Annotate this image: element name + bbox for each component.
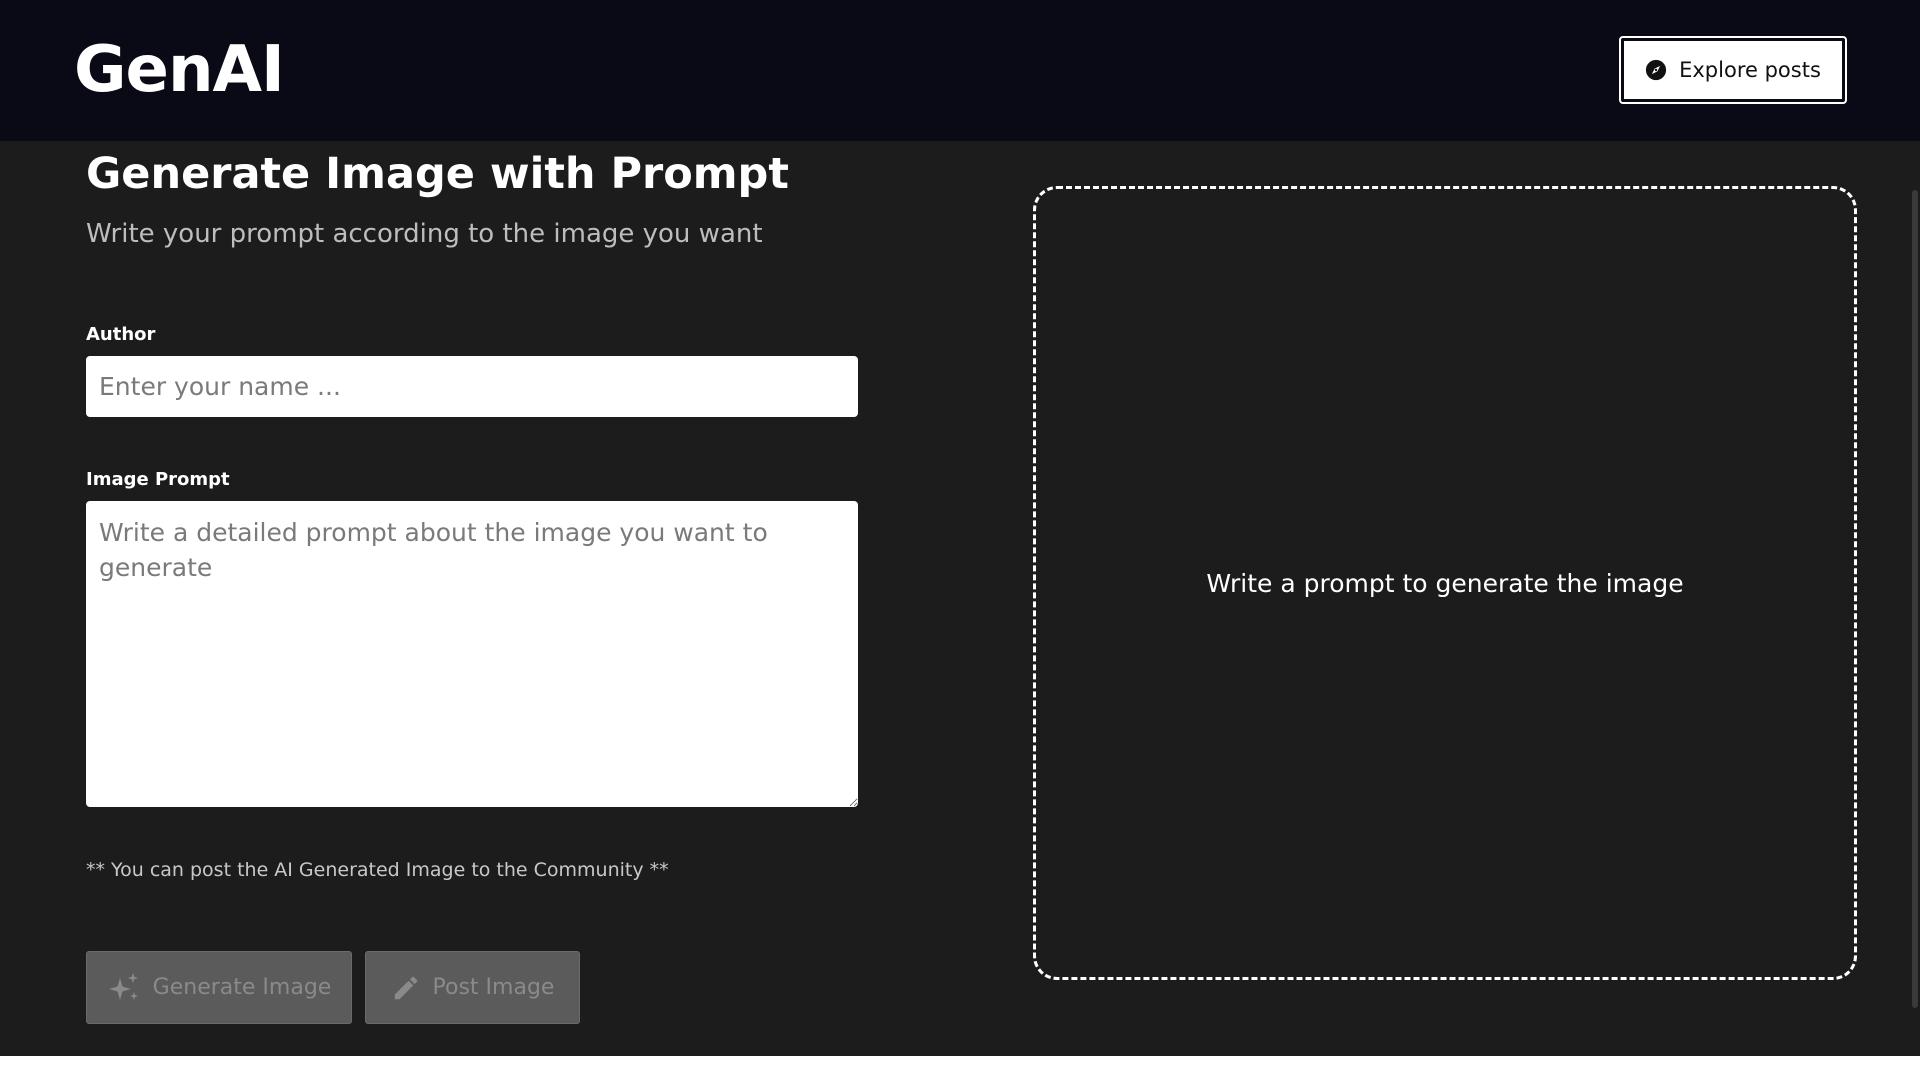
image-prompt-label: Image Prompt: [86, 469, 230, 490]
pencil-icon: [391, 973, 421, 1003]
preview-placeholder-text: Write a prompt to generate the image: [1206, 568, 1684, 598]
image-prompt-textarea[interactable]: [86, 501, 858, 807]
author-input[interactable]: [86, 356, 858, 417]
author-label: Author: [86, 324, 156, 345]
sparkle-icon: [107, 971, 141, 1005]
app-root: GenAI Explore posts Generate Image with …: [0, 0, 1920, 1056]
generate-image-label: Generate Image: [152, 975, 332, 1000]
page-title: Generate Image with Prompt: [86, 149, 789, 199]
community-note: ** You can post the AI Generated Image t…: [86, 859, 669, 881]
compass-icon: [1645, 59, 1667, 81]
image-preview-area: Write a prompt to generate the image: [1033, 186, 1857, 980]
logo[interactable]: GenAI: [74, 32, 285, 108]
scrollbar[interactable]: [1912, 190, 1918, 1008]
post-image-button[interactable]: Post Image: [365, 951, 580, 1024]
explore-posts-label: Explore posts: [1679, 58, 1821, 82]
explore-posts-button[interactable]: Explore posts: [1619, 36, 1847, 104]
page-subtitle: Write your prompt according to the image…: [86, 219, 763, 249]
generate-image-button[interactable]: Generate Image: [86, 951, 352, 1024]
top-header: GenAI Explore posts: [0, 0, 1920, 141]
post-image-label: Post Image: [432, 975, 555, 1000]
